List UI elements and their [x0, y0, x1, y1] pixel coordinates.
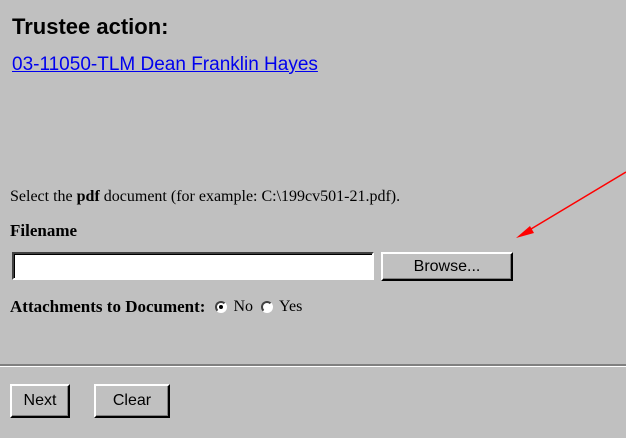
radio-option-yes[interactable]: Yes	[261, 296, 302, 318]
page-title: Trustee action:	[12, 14, 169, 39]
radio-yes-label: Yes	[279, 298, 303, 315]
attachments-row: Attachments to Document: No Yes	[10, 296, 310, 318]
instructions-bold: pdf	[76, 188, 100, 205]
annotation-arrow-head	[516, 226, 534, 238]
annotation-arrow-line	[525, 171, 626, 233]
radio-no-label: No	[233, 298, 254, 315]
clear-button[interactable]: Clear	[94, 384, 170, 418]
instructions-suffix: document (for example: C:\199cv501-21.pd…	[99, 188, 401, 205]
browse-button[interactable]: Browse...	[381, 252, 513, 281]
case-link[interactable]: 03-11050-TLM Dean Franklin Hayes	[12, 54, 318, 76]
radio-yes-button[interactable]	[261, 301, 274, 313]
attachments-label: Attachments to Document:	[10, 297, 206, 316]
next-button[interactable]: Next	[10, 384, 70, 418]
divider	[0, 364, 626, 367]
pdf-instructions: Select the pdf document (for example: C:…	[10, 187, 400, 207]
instructions-prefix: Select the	[10, 188, 77, 205]
filename-input[interactable]	[12, 252, 374, 280]
radio-no-button[interactable]	[215, 301, 228, 313]
filename-label: Filename	[10, 221, 78, 240]
radio-option-no[interactable]: No	[215, 296, 253, 318]
